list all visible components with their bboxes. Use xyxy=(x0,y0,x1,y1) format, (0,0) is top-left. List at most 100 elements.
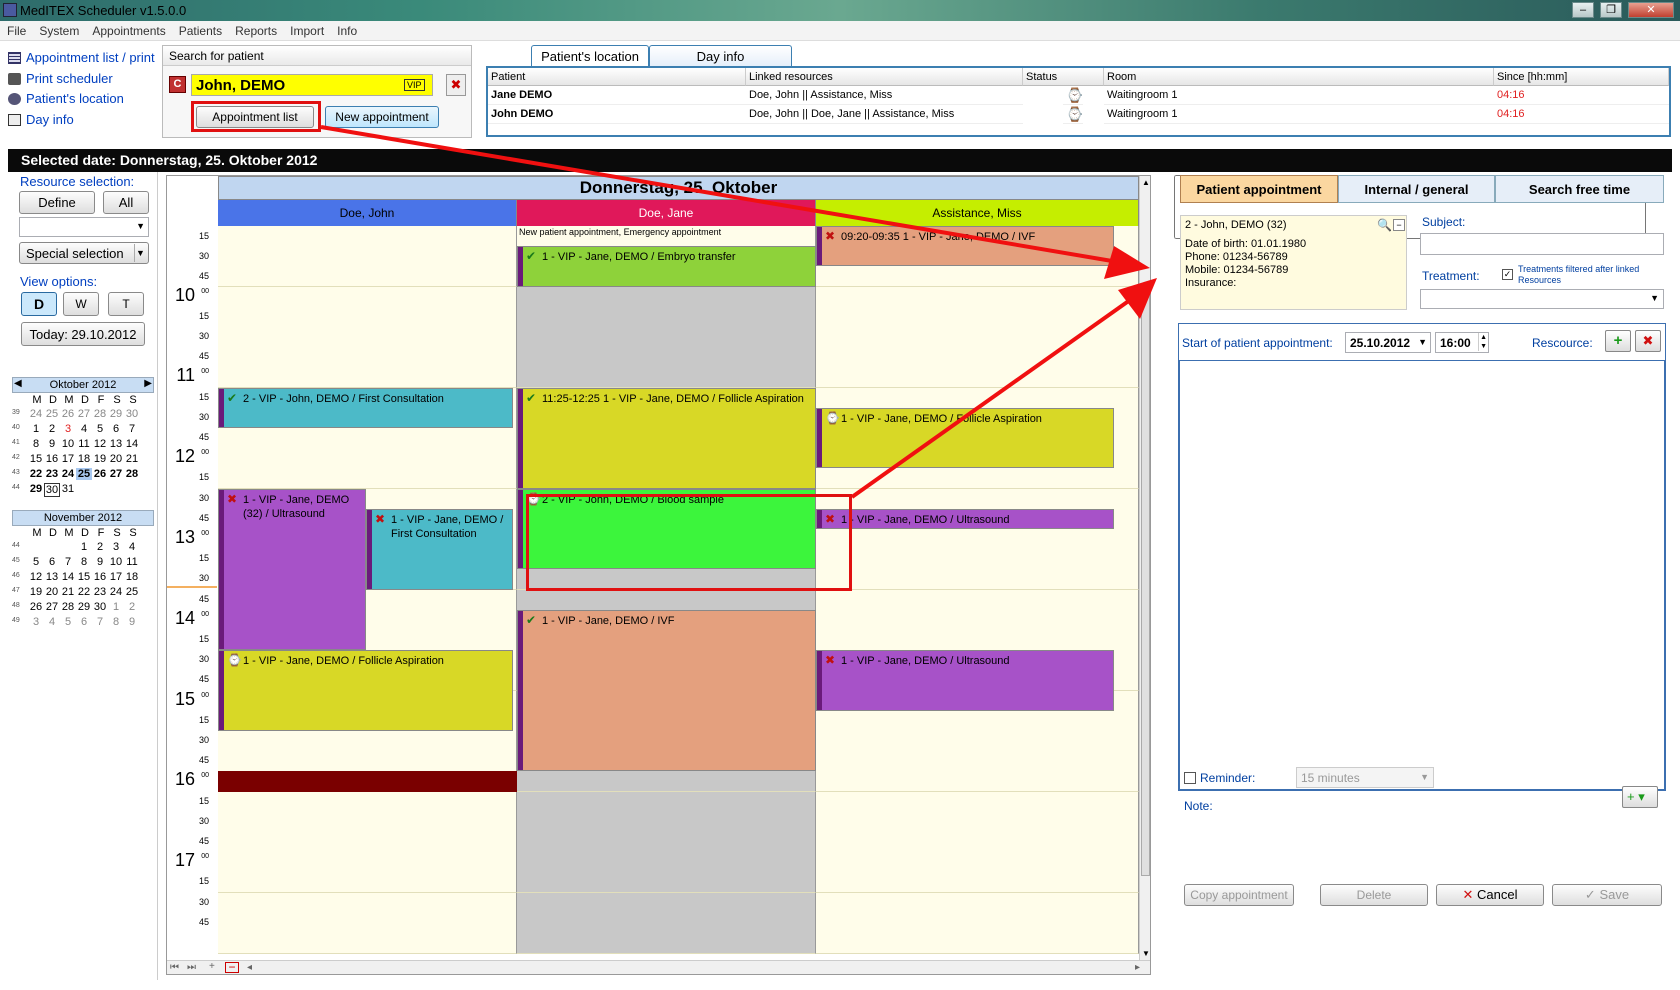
calendar-day[interactable]: 14 xyxy=(60,571,76,583)
save-button[interactable]: ✓ Save xyxy=(1552,884,1662,906)
time-slot[interactable] xyxy=(218,912,517,934)
calendar-day[interactable]: 23 xyxy=(44,468,60,480)
time-slot[interactable] xyxy=(816,286,1139,308)
time-slot[interactable] xyxy=(517,771,816,793)
define-button[interactable]: Define xyxy=(19,191,95,214)
time-slot[interactable] xyxy=(816,347,1139,369)
calendar-day[interactable]: 26 xyxy=(92,468,108,480)
time-slot[interactable] xyxy=(218,852,517,874)
time-slot[interactable] xyxy=(816,387,1139,409)
minus-icon[interactable]: − xyxy=(225,961,239,973)
view-day-button[interactable]: D xyxy=(21,292,57,316)
appointment-block[interactable]: ✖ 1 - VIP - Jane, DEMO / First Consultati… xyxy=(366,508,513,590)
vertical-scrollbar[interactable]: ▲ ▼ xyxy=(1139,176,1150,960)
calendar-day[interactable]: 17 xyxy=(60,453,76,465)
time-slot[interactable] xyxy=(218,468,517,490)
time-slot[interactable] xyxy=(218,286,517,308)
time-slot[interactable] xyxy=(218,751,517,773)
time-slot[interactable] xyxy=(816,589,1139,611)
calendar-day[interactable]: 8 xyxy=(76,556,92,568)
table-row[interactable]: John DEMO xyxy=(488,105,746,124)
calendar-day[interactable]: 5 xyxy=(28,556,44,568)
time-slot[interactable] xyxy=(816,549,1139,571)
col-patient[interactable]: Patient xyxy=(488,68,746,86)
calendar-day[interactable]: 13 xyxy=(108,438,124,450)
today-button[interactable]: Today: 29.10.2012 xyxy=(21,322,145,346)
time-slot[interactable] xyxy=(517,286,816,308)
calendar-day[interactable]: 2 xyxy=(44,423,60,435)
calendar-day[interactable]: 30 xyxy=(92,601,108,613)
calendar-day[interactable]: 30 xyxy=(124,408,140,420)
time-slot[interactable] xyxy=(816,892,1139,914)
tab-search-free-time[interactable]: Search free time xyxy=(1495,175,1664,203)
calendar-day[interactable]: 9 xyxy=(92,556,108,568)
time-slot[interactable] xyxy=(816,933,1139,954)
calendar-day[interactable]: 16 xyxy=(44,453,60,465)
time-slot[interactable] xyxy=(816,771,1139,793)
appointment-block[interactable]: ✔ 2 - VIP - John, DEMO / First Consultati… xyxy=(218,387,513,428)
view-week-button[interactable]: W xyxy=(63,292,99,316)
appointment-block[interactable]: ✔ 1 - VIP - Jane, DEMO / Embryo transfer xyxy=(517,246,816,287)
appointment-list-print-link[interactable]: Appointment list / print xyxy=(8,50,155,65)
start-time-spinner[interactable]: 16:00 ▲ ▼ xyxy=(1435,332,1489,353)
appointment-block[interactable]: ✔ 1 - VIP - Jane, DEMO / IVF xyxy=(517,609,816,772)
calendar-day[interactable]: 28 xyxy=(60,601,76,613)
time-slot[interactable] xyxy=(218,327,517,348)
last-icon[interactable]: ⏭ xyxy=(187,962,196,973)
time-slot[interactable] xyxy=(816,609,1139,631)
scroll-right-icon[interactable]: ▸ xyxy=(1135,962,1140,973)
patient-name-field[interactable]: John, DEMO VIP xyxy=(191,74,433,96)
time-slot[interactable] xyxy=(816,468,1139,490)
time-slot[interactable] xyxy=(218,791,517,813)
calendar-day[interactable]: 28 xyxy=(124,468,140,480)
time-slot[interactable] xyxy=(517,791,816,813)
time-slot[interactable] xyxy=(517,569,816,591)
calendar-day[interactable]: 11 xyxy=(124,556,140,568)
delete-button[interactable]: Delete xyxy=(1320,884,1428,906)
tab-patients-location[interactable]: Patient's location xyxy=(531,45,649,68)
time-slot[interactable] xyxy=(816,710,1139,732)
menu-import[interactable]: Import xyxy=(283,21,330,38)
calendar-day[interactable]: 4 xyxy=(76,423,92,435)
time-slot[interactable] xyxy=(218,731,517,752)
calendar-day[interactable]: 25 xyxy=(124,586,140,598)
table-row[interactable]: Jane DEMO xyxy=(488,86,746,105)
time-slot[interactable] xyxy=(517,589,816,611)
time-slot[interactable] xyxy=(816,569,1139,591)
next-month-icon[interactable]: ▶ xyxy=(144,378,152,389)
time-slot[interactable] xyxy=(218,226,517,247)
time-slot[interactable] xyxy=(517,306,816,328)
calendar-day[interactable]: 14 xyxy=(124,438,140,450)
patients-location-link[interactable]: Patient's location xyxy=(8,91,124,106)
calendar-day[interactable]: 5 xyxy=(60,616,76,628)
new-appointment-button[interactable]: New appointment xyxy=(325,106,439,128)
appointment-block[interactable]: ✖ 1 - VIP - Jane, DEMO (32) / Ultrasound xyxy=(218,488,366,651)
calendar-day[interactable]: 8 xyxy=(108,616,124,628)
calendar-day[interactable]: 17 xyxy=(108,571,124,583)
calendar-day[interactable]: 4 xyxy=(44,616,60,628)
tab-patient-appointment[interactable]: Patient appointment xyxy=(1180,175,1338,203)
calendar-day[interactable]: 8 xyxy=(28,438,44,450)
calendar-day[interactable]: 18 xyxy=(76,453,92,465)
calendar-day[interactable]: 9 xyxy=(124,616,140,628)
time-slot[interactable] xyxy=(816,912,1139,934)
first-icon[interactable]: ⏮ xyxy=(170,962,179,973)
calendar-day[interactable]: 22 xyxy=(28,468,44,480)
calendar-day[interactable]: 1 xyxy=(28,423,44,435)
time-slot[interactable] xyxy=(517,327,816,348)
time-slot[interactable] xyxy=(218,811,517,833)
resource-column-header[interactable]: Doe, John xyxy=(218,200,517,226)
calendar-day[interactable]: 26 xyxy=(60,408,76,420)
clear-patient-button[interactable]: ✖ xyxy=(446,74,466,96)
copy-appointment-button[interactable]: Copy appointment xyxy=(1184,884,1294,906)
calendar-day[interactable]: 1 xyxy=(76,541,92,553)
calendar-day[interactable]: 5 xyxy=(92,423,108,435)
menu-patients[interactable]: Patients xyxy=(172,21,228,38)
calendar-day[interactable]: 27 xyxy=(108,468,124,480)
tab-day-info[interactable]: Day info xyxy=(649,45,792,67)
calendar-day[interactable]: 10 xyxy=(60,438,76,450)
time-slot[interactable] xyxy=(816,852,1139,874)
reminder-dropdown[interactable]: 15 minutes ▼ xyxy=(1296,767,1434,788)
time-slot[interactable] xyxy=(816,306,1139,328)
reminder-checkbox[interactable] xyxy=(1184,772,1196,784)
